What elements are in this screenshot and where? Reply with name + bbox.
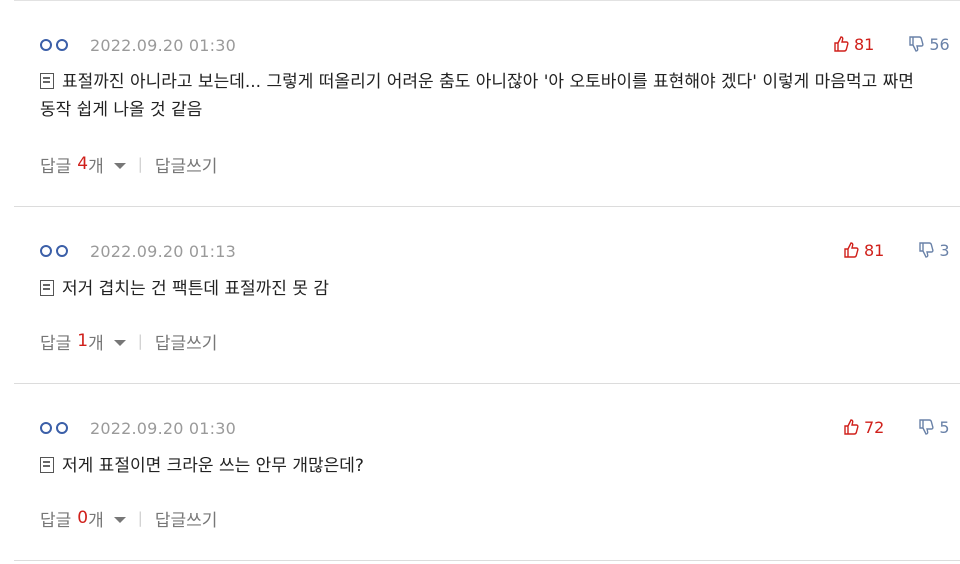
document-icon: [40, 457, 54, 473]
reply-toggle-button[interactable]: 답글 1 개: [40, 329, 126, 354]
comment-text: 저거 겹치는 건 팩튼데 표절까진 못 감: [40, 275, 960, 303]
document-icon: [40, 280, 54, 296]
comment-actions: 답글 4 개 | 답글쓰기: [40, 152, 218, 177]
thumbs-down-icon: [919, 419, 934, 435]
divider: |: [137, 332, 143, 350]
dislike-button[interactable]: 5: [918, 417, 950, 437]
comment-text: 표절까진 아니라고 보는데... 그렇게 떠올리기 어려운 춤도 아니잖아 '아…: [40, 68, 960, 124]
like-button[interactable]: 81: [843, 241, 884, 260]
comment-text-line: 저거 겹치는 건 팩튼데 표절까진 못 감: [62, 279, 330, 299]
user-avatar-dots-icon[interactable]: [40, 39, 68, 51]
dislike-button[interactable]: 3: [918, 240, 950, 260]
write-reply-button[interactable]: 답글쓰기: [155, 152, 218, 177]
like-count: 81: [864, 240, 885, 260]
comment-date: 2022.09.20 01:30: [90, 35, 237, 55]
like-button[interactable]: 72: [843, 418, 884, 437]
comment-actions: 답글 0 개 | 답글쓰기: [40, 506, 218, 531]
reply-suffix: 개: [88, 333, 104, 354]
reply-toggle-button[interactable]: 답글 0 개: [40, 506, 126, 531]
comment-text-line: 표절까진 아니라고 보는데... 그렇게 떠올리기 어려운 춤도 아니잖아 '아…: [62, 72, 914, 92]
thumbs-up-icon: [844, 242, 859, 258]
comment-date: 2022.09.20 01:30: [90, 418, 237, 438]
dislike-count: 5: [939, 417, 950, 437]
dislike-button[interactable]: 56: [908, 34, 950, 54]
divider: |: [137, 509, 143, 527]
thumbs-up-icon: [834, 36, 849, 52]
dislike-count: 56: [929, 34, 950, 54]
comment-meta: 2022.09.20 01:30: [40, 35, 236, 55]
comment-divider: [14, 560, 960, 561]
reply-label: 답글: [40, 333, 72, 354]
document-icon: [40, 73, 54, 89]
reply-count: 0: [77, 508, 89, 528]
write-reply-button[interactable]: 답글쓰기: [155, 506, 218, 531]
comment-meta: 2022.09.20 01:13: [40, 241, 236, 261]
like-count: 72: [864, 417, 885, 437]
thumbs-up-icon: [844, 419, 859, 435]
user-avatar-dots-icon[interactable]: [40, 245, 68, 257]
reply-count: 4: [77, 154, 89, 174]
comment-text-line: 저게 표절이면 크라운 쓰는 안무 개많은데?: [62, 456, 364, 476]
vote-group: 72 5: [843, 417, 950, 437]
top-divider: [14, 0, 960, 1]
like-count: 81: [854, 34, 875, 54]
reply-count: 1: [77, 331, 89, 351]
vote-group: 81 56: [833, 34, 950, 54]
comment-date: 2022.09.20 01:13: [90, 241, 237, 261]
reply-suffix: 개: [88, 510, 104, 531]
dislike-count: 3: [939, 240, 950, 260]
comment-divider: [14, 383, 960, 384]
reply-suffix: 개: [88, 156, 104, 177]
reply-label: 답글: [40, 510, 72, 531]
divider: |: [137, 155, 143, 173]
comment-text-line: 동작 쉽게 나올 것 같음: [40, 100, 203, 120]
reply-toggle-button[interactable]: 답글 4 개: [40, 152, 126, 177]
caret-down-icon: [113, 516, 126, 523]
comment-text: 저게 표절이면 크라운 쓰는 안무 개많은데?: [40, 452, 960, 480]
comment-divider: [14, 206, 960, 207]
user-avatar-dots-icon[interactable]: [40, 422, 68, 434]
reply-label: 답글: [40, 156, 72, 177]
thumbs-down-icon: [909, 36, 924, 52]
comment-meta: 2022.09.20 01:30: [40, 418, 236, 438]
like-button[interactable]: 81: [833, 35, 874, 54]
vote-group: 81 3: [843, 240, 950, 260]
caret-down-icon: [113, 162, 126, 169]
caret-down-icon: [113, 339, 126, 346]
comment-actions: 답글 1 개 | 답글쓰기: [40, 329, 218, 354]
thumbs-down-icon: [919, 242, 934, 258]
write-reply-button[interactable]: 답글쓰기: [155, 329, 218, 354]
